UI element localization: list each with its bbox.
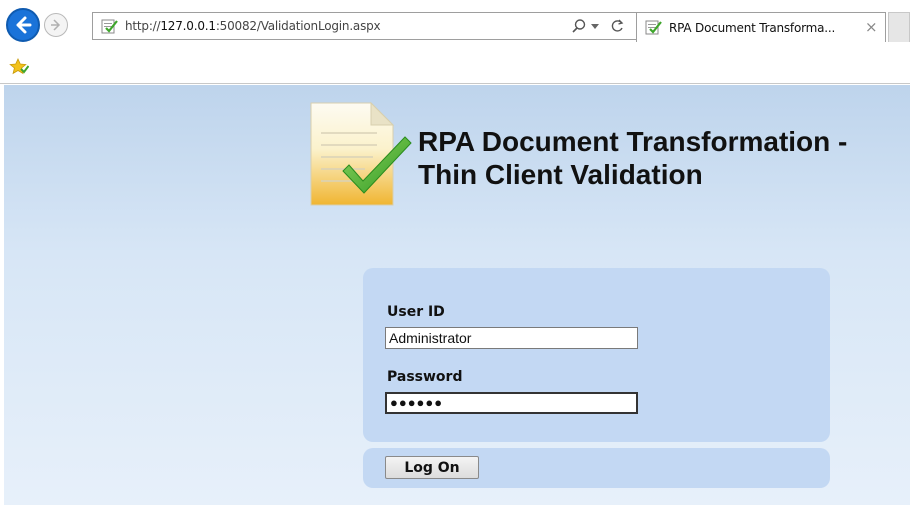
password-mask: ●●●●●● <box>390 395 444 410</box>
page-title-line-2: Thin Client Validation <box>418 159 703 190</box>
user-id-input[interactable] <box>385 327 638 349</box>
favorites-star-icon[interactable] <box>9 58 29 76</box>
document-checkmark-icon <box>310 101 412 206</box>
page-title-line-1: RPA Document Transformation - <box>418 126 848 157</box>
tab-favicon-icon <box>645 20 662 35</box>
log-on-button[interactable]: Log On <box>385 456 479 479</box>
arrow-right-icon <box>51 19 61 31</box>
page-title: RPA Document Transformation - Thin Clien… <box>418 125 898 191</box>
search-icon[interactable] <box>571 18 587 34</box>
url-path: :50082/ValidationLogin.aspx <box>215 19 381 33</box>
arrow-left-icon <box>16 16 32 34</box>
refresh-icon[interactable] <box>609 18 625 34</box>
browser-tab-active[interactable]: RPA Document Transforma... × <box>636 12 886 42</box>
page-favicon-icon <box>101 19 118 34</box>
tab-title: RPA Document Transforma... <box>669 21 836 35</box>
button-panel: Log On <box>363 448 830 488</box>
chevron-down-icon[interactable] <box>591 24 599 29</box>
user-id-label: User ID <box>387 304 445 320</box>
browser-chrome: http://127.0.0.1:50082/ValidationLogin.a… <box>0 0 910 84</box>
url-host: 127.0.0.1 <box>160 19 216 33</box>
close-icon[interactable]: × <box>865 18 878 36</box>
login-panel: User ID Password ●●●●●● <box>363 268 830 442</box>
address-bar[interactable]: http://127.0.0.1:50082/ValidationLogin.a… <box>92 12 638 40</box>
password-input[interactable]: ●●●●●● <box>385 392 638 414</box>
password-label: Password <box>387 369 463 385</box>
new-tab-button[interactable] <box>888 12 910 42</box>
url-text: http://127.0.0.1:50082/ValidationLogin.a… <box>125 19 381 33</box>
page-content: RPA Document Transformation - Thin Clien… <box>4 85 910 505</box>
url-prefix: http:// <box>125 19 161 33</box>
back-button[interactable] <box>6 8 40 42</box>
forward-button[interactable] <box>44 13 68 37</box>
